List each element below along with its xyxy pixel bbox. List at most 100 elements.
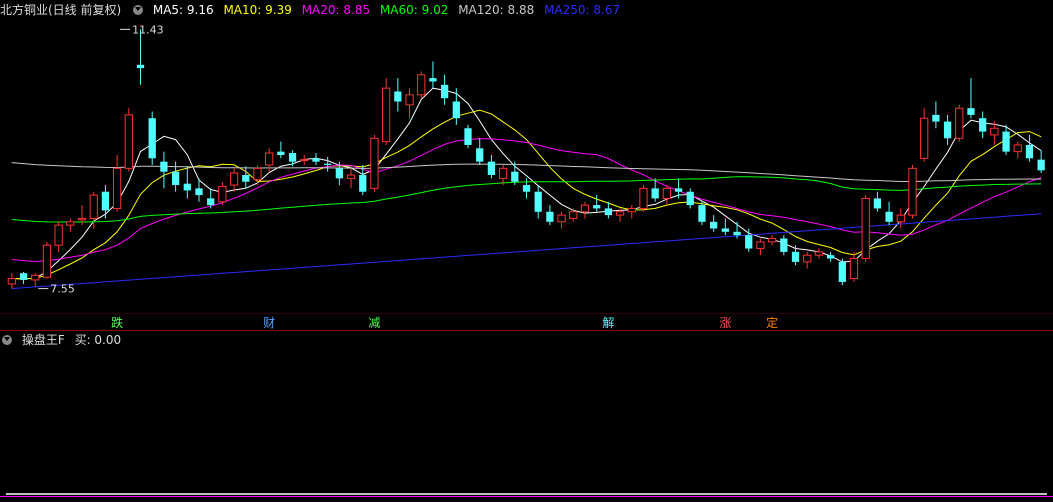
- candle: [849, 251, 859, 282]
- candle-body: [487, 161, 496, 176]
- candle-body: [452, 101, 460, 119]
- candle-body: [19, 273, 28, 280]
- price-annotation: 7.55: [50, 283, 75, 296]
- stock-title: 北方铜业(日线 前复权): [0, 3, 122, 17]
- indicator-title: 操盘王F: [21, 333, 65, 347]
- candle: [686, 188, 694, 209]
- candle-body: [803, 254, 812, 263]
- candle: [124, 108, 133, 172]
- candle-body: [66, 221, 75, 226]
- dropdown-icon[interactable]: [133, 5, 144, 15]
- candle-body: [207, 198, 215, 206]
- candle: [803, 251, 812, 269]
- candle: [101, 185, 110, 219]
- candle-body: [277, 151, 285, 155]
- candle: [838, 258, 846, 286]
- candle: [756, 238, 765, 256]
- candle: [464, 124, 472, 149]
- candle-body: [814, 251, 824, 256]
- candle-body: [464, 128, 472, 145]
- candle-body: [359, 175, 367, 192]
- candle-body: [896, 214, 905, 223]
- candle-body: [7, 278, 16, 285]
- candle: [1037, 150, 1045, 174]
- candle: [908, 165, 917, 219]
- candle-body: [405, 94, 414, 106]
- candle: [440, 74, 449, 105]
- candle-body: [253, 167, 262, 181]
- candle-body: [967, 108, 975, 115]
- candle-body: [604, 208, 613, 216]
- candle-body: [756, 241, 765, 250]
- candle-body: [440, 84, 449, 99]
- candle-body: [1013, 144, 1022, 153]
- candle-body: [195, 188, 203, 196]
- candle: [826, 251, 835, 262]
- candle-body: [920, 117, 929, 159]
- candle-body: [686, 191, 694, 206]
- indicator-dropdown-icon[interactable]: [2, 335, 12, 345]
- candle: [183, 166, 191, 199]
- ma250-line: [11, 213, 1042, 290]
- candle: [780, 235, 788, 256]
- candle: [54, 221, 63, 252]
- candle-body: [300, 159, 309, 162]
- candle-body: [768, 238, 777, 243]
- candle-body: [1025, 144, 1034, 159]
- candle-body: [42, 244, 52, 278]
- ma120-label: MA120: 8.88: [458, 3, 535, 17]
- candle: [896, 208, 905, 229]
- kline-chart[interactable]: 11.43 7.55 跌 财 减 解 涨 定: [0, 0, 1053, 502]
- candle: [943, 114, 952, 145]
- candle-body: [171, 171, 180, 186]
- candle: [498, 165, 508, 186]
- candle: [1013, 141, 1022, 159]
- candle-body: [242, 175, 250, 182]
- candle: [569, 208, 578, 222]
- candle: [639, 185, 648, 212]
- candle: [370, 134, 379, 192]
- candle: [580, 201, 590, 219]
- ma20-line: [11, 138, 1042, 263]
- signal-label: 减: [368, 316, 380, 330]
- candle-body: [674, 188, 683, 192]
- candle: [324, 156, 332, 172]
- signal-label: 财: [263, 316, 275, 330]
- candle-body: [265, 152, 274, 166]
- candle-body: [112, 167, 122, 209]
- candle-body: [710, 221, 718, 229]
- candle-body: [346, 174, 356, 179]
- candle-body: [873, 198, 882, 209]
- candle-body: [534, 191, 542, 212]
- candle: [7, 273, 16, 289]
- candle-body: [593, 205, 601, 209]
- candle-body: [511, 171, 519, 182]
- candle: [873, 191, 882, 212]
- indicator-value: 买: 0.00: [74, 333, 122, 347]
- candle: [476, 138, 484, 165]
- candle-body: [229, 172, 239, 186]
- indicator-legend: 操盘王F 买: 0.00: [0, 330, 127, 350]
- candle: [42, 241, 52, 279]
- candle: [19, 271, 28, 284]
- candle-body: [979, 118, 987, 132]
- candle-body: [943, 121, 952, 139]
- candle: [312, 152, 320, 165]
- signal-label: 跌: [111, 315, 123, 330]
- candle: [511, 161, 519, 186]
- candle-body: [54, 224, 63, 246]
- candle-body: [569, 211, 578, 219]
- candle-body: [324, 163, 332, 165]
- candle-body: [89, 194, 98, 219]
- candle-body: [639, 187, 648, 209]
- candle: [277, 141, 285, 159]
- candle-body: [417, 74, 426, 96]
- candle: [979, 111, 987, 139]
- ma250-label: MA250: 8.67: [544, 3, 621, 17]
- candle-body: [31, 274, 40, 281]
- candle-body: [218, 185, 227, 203]
- candle-body: [382, 87, 391, 143]
- candle: [814, 248, 824, 259]
- candle-body: [370, 137, 379, 189]
- candle-body: [288, 152, 297, 162]
